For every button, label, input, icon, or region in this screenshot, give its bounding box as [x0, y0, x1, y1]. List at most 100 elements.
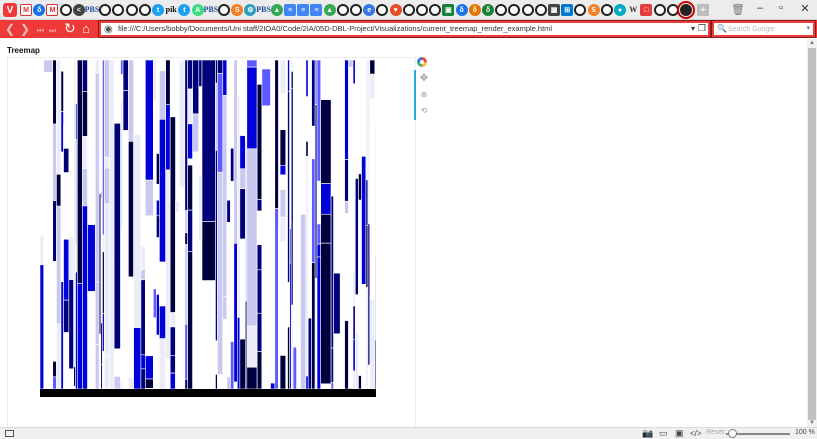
treemap-cell[interactable]: [352, 370, 356, 389]
treemap-cell[interactable]: [184, 378, 188, 389]
treemap-cell[interactable]: [239, 102, 246, 136]
treemap-cell[interactable]: [187, 164, 193, 211]
site-tab-icon[interactable]: δ: [468, 4, 481, 16]
treemap-cell[interactable]: [320, 242, 332, 385]
treemap-cell[interactable]: [122, 325, 129, 348]
treemap-cell[interactable]: [68, 196, 74, 238]
treemap-cell[interactable]: [354, 60, 359, 179]
forward-button[interactable]: ❯: [20, 22, 30, 36]
treemap-cell[interactable]: [201, 280, 216, 389]
treemap-cell[interactable]: [77, 60, 83, 284]
treemap-cell[interactable]: [311, 60, 316, 127]
treemap-cell[interactable]: [156, 334, 160, 370]
stackoverflow-tab-icon[interactable]: S: [587, 4, 600, 16]
treemap-cell[interactable]: [230, 341, 235, 389]
treemap-cell[interactable]: [187, 123, 193, 160]
treemap-cell[interactable]: [320, 213, 332, 244]
treemap-cell[interactable]: [179, 354, 186, 389]
treemap-cell[interactable]: [128, 276, 134, 378]
treemap-cell[interactable]: [169, 326, 176, 356]
treemap-cell[interactable]: [292, 220, 297, 348]
treemap-cell[interactable]: [120, 227, 124, 382]
treemap-cell[interactable]: [52, 200, 57, 262]
reload-icon[interactable]: ↻: [64, 21, 76, 35]
treemap-svg[interactable]: [40, 60, 376, 389]
treemap-cell[interactable]: [145, 60, 154, 181]
treemap-cell[interactable]: [344, 60, 349, 160]
site-info-icon[interactable]: ◉: [104, 24, 113, 35]
treemap-cell[interactable]: [365, 287, 369, 389]
treemap-cell[interactable]: [156, 153, 160, 185]
treemap-cell[interactable]: [279, 93, 287, 131]
treemap-cell[interactable]: [239, 135, 246, 170]
treemap-cell[interactable]: [159, 261, 166, 307]
back-button[interactable]: ❮: [5, 22, 15, 36]
stackoverflow-tab-icon[interactable]: S: [231, 4, 244, 16]
treemap-cell[interactable]: [122, 172, 129, 327]
treemap-cell[interactable]: [344, 213, 349, 256]
treemap-cell[interactable]: [179, 187, 186, 356]
treemap-cell[interactable]: [122, 130, 129, 174]
treemap-cell[interactable]: [217, 374, 224, 389]
treemap-cell[interactable]: [165, 104, 171, 171]
docs-tab-icon[interactable]: ≡: [284, 4, 296, 16]
treemap-cell[interactable]: [122, 60, 129, 91]
treemap-cell[interactable]: [140, 368, 146, 389]
treemap-cell[interactable]: [192, 60, 200, 115]
treemap-cell[interactable]: [374, 60, 376, 98]
treemap-cell[interactable]: [230, 305, 235, 342]
windows-tab-icon[interactable]: ⊞: [561, 4, 574, 16]
treemap-cell[interactable]: [339, 339, 345, 389]
treemap-cell[interactable]: [159, 338, 166, 389]
treemap-cell[interactable]: [256, 84, 263, 200]
treemap-cell[interactable]: [270, 219, 276, 384]
treemap-cell[interactable]: [169, 312, 176, 328]
treemap-cell[interactable]: [113, 348, 121, 377]
treemap-cell[interactable]: [184, 60, 188, 211]
treemap-cell[interactable]: [156, 237, 160, 295]
treemap-cell[interactable]: [165, 60, 171, 106]
treemap-cell[interactable]: [333, 333, 341, 389]
treemap-cell[interactable]: [63, 238, 70, 301]
treemap-cell[interactable]: [320, 99, 332, 184]
treemap-cell[interactable]: [192, 329, 200, 363]
treemap-cell[interactable]: [52, 60, 57, 125]
treemap-cell[interactable]: [94, 60, 100, 74]
github-tab-icon[interactable]: [508, 4, 521, 16]
treemap-cell[interactable]: [120, 99, 124, 229]
treemap-cell[interactable]: [222, 60, 228, 96]
treemap-cell[interactable]: [287, 326, 290, 389]
wikipedia-tab-icon[interactable]: W: [627, 4, 639, 16]
github-tab-icon[interactable]: [653, 4, 666, 16]
treemap-cell[interactable]: [261, 328, 271, 338]
treemap-cell[interactable]: [320, 183, 332, 215]
treemap-cell[interactable]: [153, 60, 157, 102]
treemap-cell[interactable]: [330, 185, 334, 197]
treemap-cell[interactable]: [184, 323, 188, 380]
treemap-cell[interactable]: [159, 305, 166, 339]
treemap-cell[interactable]: [365, 60, 369, 181]
new-tab-button[interactable]: +: [697, 4, 709, 16]
treemap-cell[interactable]: [165, 169, 171, 360]
treemap-cell[interactable]: [256, 210, 263, 246]
treemap-cell[interactable]: [198, 60, 203, 87]
treemap-cell[interactable]: [222, 319, 228, 390]
treemap-cell[interactable]: [140, 354, 146, 370]
treemap-cell[interactable]: [169, 354, 176, 374]
treemap-cell[interactable]: [52, 361, 57, 378]
treemap-cell[interactable]: [82, 205, 88, 389]
treemap-cell[interactable]: [256, 244, 263, 271]
drive-tab-icon[interactable]: ▲: [270, 4, 283, 16]
calendar-tab-icon[interactable]: ▦: [548, 4, 560, 16]
treemap-cell[interactable]: [156, 215, 160, 238]
treemap-cell[interactable]: [87, 197, 96, 225]
github-tab-icon[interactable]: [495, 4, 508, 16]
treemap-cell[interactable]: [279, 355, 287, 389]
treemap-cell[interactable]: [87, 104, 96, 199]
treemap-cell[interactable]: [52, 123, 57, 201]
treemap-cell[interactable]: [179, 60, 186, 188]
treemap-cell[interactable]: [352, 83, 356, 184]
treemap-cell[interactable]: [192, 362, 200, 389]
treemap-cell[interactable]: [333, 60, 341, 274]
panel-toggle-icon[interactable]: [5, 430, 14, 437]
